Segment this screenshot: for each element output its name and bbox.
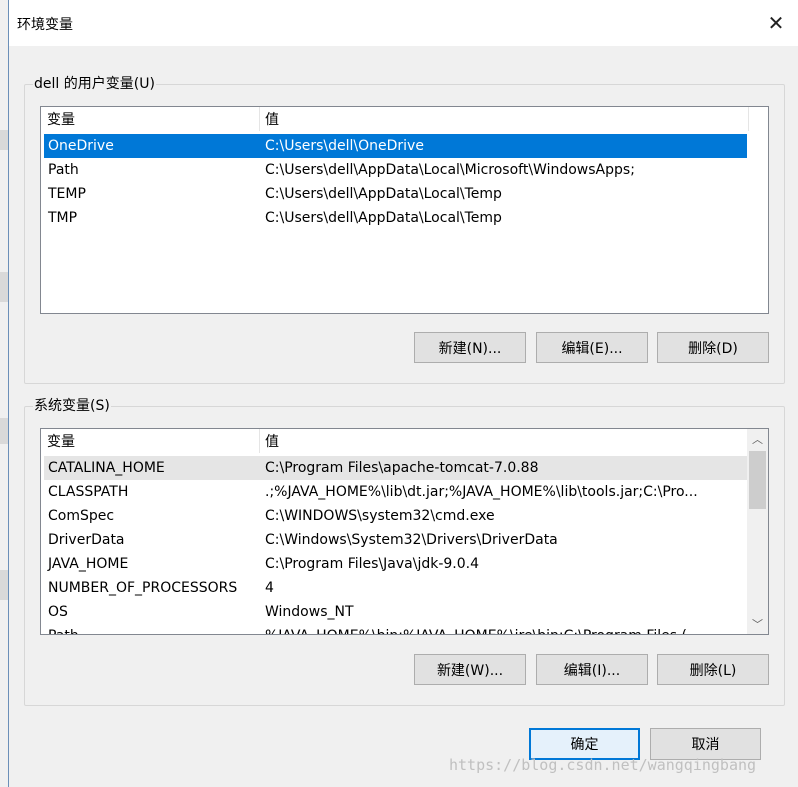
watermark: https://blog.csdn.net/wangqingbang bbox=[449, 756, 757, 774]
system-edit-button[interactable]: 编辑(I)... bbox=[536, 654, 648, 685]
table-row[interactable]: CLASSPATH .;%JAVA_HOME%\lib\dt.jar;%JAVA… bbox=[44, 480, 747, 504]
variable-value: C:\Users\dell\OneDrive bbox=[265, 138, 424, 154]
table-row[interactable]: JAVA_HOME C:\Program Files\Java\jdk-9.0.… bbox=[44, 552, 747, 576]
column-header-variable[interactable]: 变量 bbox=[41, 429, 259, 453]
variable-name: OS bbox=[48, 604, 68, 620]
environment-variables-dialog: 环境变量 ✕ dell 的用户变量(U) 变量 值 OneDrive C:\Us… bbox=[8, 0, 798, 787]
user-delete-button[interactable]: 删除(D) bbox=[657, 332, 769, 363]
scroll-down-icon[interactable]: ﹀ bbox=[747, 614, 768, 634]
user-new-button[interactable]: 新建(N)... bbox=[414, 332, 526, 363]
system-delete-button[interactable]: 删除(L) bbox=[657, 654, 769, 685]
variable-name: CATALINA_HOME bbox=[48, 460, 165, 476]
column-header-value[interactable]: 值 bbox=[259, 429, 659, 453]
user-variables-list[interactable]: 变量 值 OneDrive C:\Users\dell\OneDrive Pat… bbox=[40, 106, 769, 314]
table-row[interactable]: TMP C:\Users\dell\AppData\Local\Temp bbox=[44, 206, 747, 230]
variable-name: TEMP bbox=[48, 186, 86, 202]
table-row[interactable]: NUMBER_OF_PROCESSORS 4 bbox=[44, 576, 747, 600]
system-variables-label: 系统变量(S) bbox=[33, 396, 111, 416]
variable-name: CLASSPATH bbox=[48, 484, 129, 500]
variable-value: C:\Windows\System32\Drivers\DriverData bbox=[265, 532, 558, 548]
variable-value: C:\Program Files\apache-tomcat-7.0.88 bbox=[265, 460, 539, 476]
table-row[interactable]: Path C:\Users\dell\AppData\Local\Microso… bbox=[44, 158, 747, 182]
scrollbar-thumb[interactable] bbox=[749, 451, 766, 509]
scroll-up-icon[interactable]: ︿ bbox=[747, 429, 768, 449]
list-header: 变量 值 bbox=[41, 429, 768, 453]
column-header-variable[interactable]: 变量 bbox=[41, 107, 259, 131]
variable-name: ComSpec bbox=[48, 508, 115, 524]
user-edit-button[interactable]: 编辑(E)... bbox=[536, 332, 648, 363]
variable-name: TMP bbox=[48, 210, 78, 226]
variable-name: DriverData bbox=[48, 532, 125, 548]
close-icon[interactable]: ✕ bbox=[753, 0, 798, 46]
variable-value: %JAVA_HOME%\bin;%JAVA_HOME%\jre\bin;C:\P… bbox=[265, 624, 743, 634]
dialog-title: 环境变量 bbox=[17, 17, 73, 33]
variable-value: C:\Users\dell\AppData\Local\Microsoft\Wi… bbox=[265, 162, 635, 178]
table-row[interactable]: OS Windows_NT bbox=[44, 600, 747, 624]
variable-value: C:\Program Files\Java\jdk-9.0.4 bbox=[265, 556, 480, 572]
variable-value: .;%JAVA_HOME%\lib\dt.jar;%JAVA_HOME%\lib… bbox=[265, 484, 698, 500]
vertical-scrollbar[interactable]: ︿ ﹀ bbox=[747, 429, 768, 634]
table-row[interactable]: Path %JAVA_HOME%\bin;%JAVA_HOME%\jre\bin… bbox=[44, 624, 747, 634]
system-variables-list[interactable]: 变量 值 CATALINA_HOME C:\Program Files\apac… bbox=[40, 428, 769, 635]
background-strip bbox=[0, 418, 8, 444]
variable-name: OneDrive bbox=[48, 138, 114, 154]
variable-name: NUMBER_OF_PROCESSORS bbox=[48, 580, 238, 596]
system-new-button[interactable]: 新建(W)... bbox=[414, 654, 526, 685]
user-variables-label: dell 的用户变量(U) bbox=[33, 74, 156, 94]
variable-value: C:\Users\dell\AppData\Local\Temp bbox=[265, 210, 502, 226]
column-separator[interactable] bbox=[748, 107, 749, 131]
variable-name: Path bbox=[48, 162, 79, 178]
variable-value: C:\Users\dell\AppData\Local\Temp bbox=[265, 186, 502, 202]
list-header: 变量 值 bbox=[41, 107, 768, 131]
variable-value: Windows_NT bbox=[265, 604, 354, 620]
column-header-value[interactable]: 值 bbox=[259, 107, 659, 131]
background-strip bbox=[0, 272, 8, 302]
variable-value: C:\WINDOWS\system32\cmd.exe bbox=[265, 508, 495, 524]
table-row[interactable]: TEMP C:\Users\dell\AppData\Local\Temp bbox=[44, 182, 747, 206]
table-row[interactable]: ComSpec C:\WINDOWS\system32\cmd.exe bbox=[44, 504, 747, 528]
background-strip bbox=[0, 130, 8, 150]
table-row[interactable]: OneDrive C:\Users\dell\OneDrive bbox=[44, 134, 747, 158]
background-strip bbox=[0, 570, 8, 600]
variable-name: JAVA_HOME bbox=[48, 556, 129, 572]
variable-value: 4 bbox=[265, 580, 274, 596]
table-row[interactable]: CATALINA_HOME C:\Program Files\apache-to… bbox=[44, 456, 747, 480]
variable-name: Path bbox=[48, 624, 79, 634]
table-row[interactable]: DriverData C:\Windows\System32\Drivers\D… bbox=[44, 528, 747, 552]
title-bar: 环境变量 ✕ bbox=[9, 0, 798, 46]
